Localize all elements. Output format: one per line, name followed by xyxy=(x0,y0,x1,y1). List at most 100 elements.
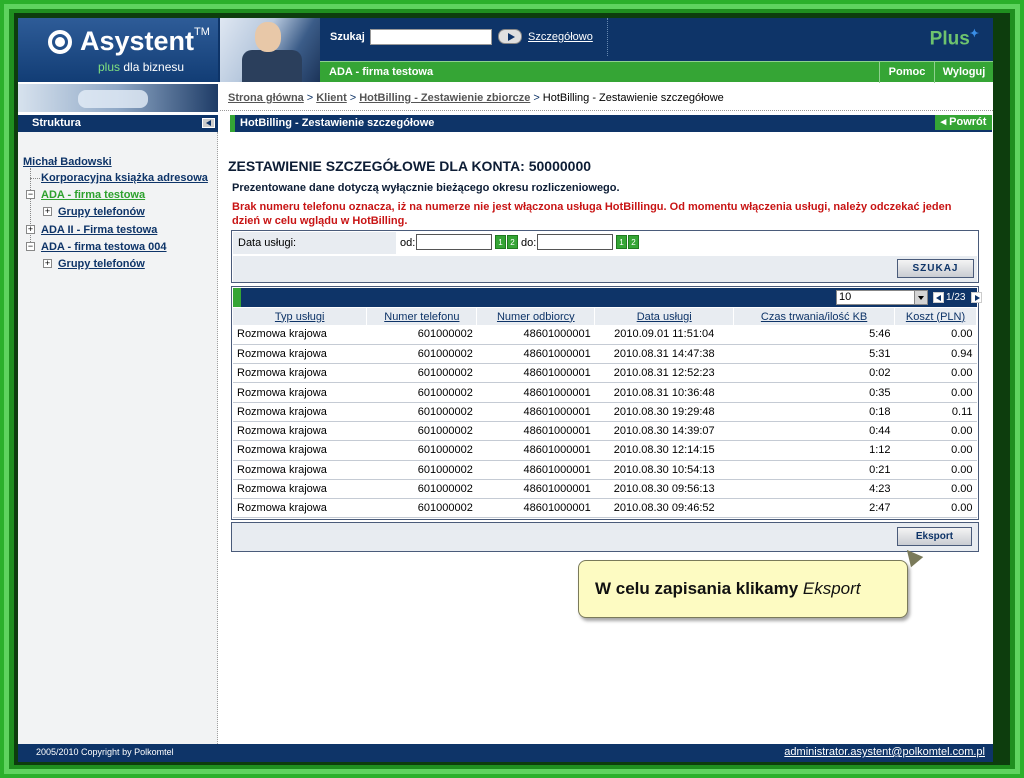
cell-service-date: 2010.08.31 12:52:23 xyxy=(594,363,734,384)
cell-duration: 0:18 xyxy=(733,402,895,422)
tree-expand-icon[interactable]: + xyxy=(43,259,52,268)
cell-cost: 0.00 xyxy=(894,460,977,480)
section-title: HotBilling - Zestawienie szczegółowe xyxy=(240,117,435,129)
calendar-to-icon-1[interactable]: 1 xyxy=(616,235,627,249)
chevron-down-icon xyxy=(914,291,927,304)
cell-phone-number: 601000002 xyxy=(366,460,477,480)
sidebar-title: Struktura xyxy=(32,117,81,129)
tree-item-ada-004[interactable]: ADA - firma testowa 004 xyxy=(41,241,167,253)
cell-recipient-number: 48601000001 xyxy=(476,460,595,480)
cell-service-type: Rozmowa krajowa xyxy=(233,382,367,403)
banner-hand xyxy=(78,90,148,108)
search-button[interactable]: SZUKAJ xyxy=(897,259,974,278)
cell-recipient-number: 48601000001 xyxy=(476,498,595,519)
table-row: Rozmowa krajowa 601000002 48601000001 2010.… xyxy=(233,479,977,500)
header-photo xyxy=(220,18,320,82)
logo-tm: TM xyxy=(194,26,210,38)
cell-phone-number: 601000002 xyxy=(366,325,477,345)
results-table-box: 10 1/23 Typ usługi Numer telefonu Numer … xyxy=(231,286,982,520)
cell-recipient-number: 48601000001 xyxy=(476,421,595,442)
cell-duration: 2:47 xyxy=(733,498,895,519)
cell-recipient-number: 48601000001 xyxy=(476,363,595,384)
breadcrumb-summary[interactable]: HotBilling - Zestawienie zbiorcze xyxy=(359,92,530,104)
filter-actions: SZUKAJ xyxy=(233,256,977,282)
breadcrumb-current: HotBilling - Zestawienie szczegółowe xyxy=(542,92,724,104)
date-filter-label: Data usługi: xyxy=(233,232,396,254)
callout-text: W celu zapisania klikamy Eksport xyxy=(595,579,861,599)
breadcrumb-divider xyxy=(220,110,993,111)
collapse-sidebar-icon[interactable] xyxy=(202,118,215,128)
cell-service-date: 2010.08.30 09:46:52 xyxy=(594,498,734,519)
next-page-icon[interactable] xyxy=(971,292,982,303)
sidebar-banner-image xyxy=(18,84,218,112)
cell-duration: 0:02 xyxy=(733,363,895,384)
export-button[interactable]: Eksport xyxy=(897,527,972,546)
plus-brand-text: Plus xyxy=(929,28,970,50)
logo-text: Asystent xyxy=(80,26,195,56)
help-button[interactable]: Pomoc xyxy=(879,62,934,83)
admin-email-link[interactable]: administrator.asystent@polkomtel.com.pl xyxy=(784,746,985,758)
cell-recipient-number: 48601000001 xyxy=(476,382,595,403)
col-phone-number[interactable]: Numer telefonu xyxy=(366,308,478,325)
col-service-date[interactable]: Data usługi xyxy=(594,308,735,325)
calendar-from-icon-2[interactable]: 2 xyxy=(507,235,518,249)
page-size-select[interactable]: 10 xyxy=(836,290,928,305)
table-row: Rozmowa krajowa 601000002 48601000001 2010.… xyxy=(233,440,977,461)
cell-duration: 0:44 xyxy=(733,421,895,442)
logo-sub-plus: plus xyxy=(98,60,121,74)
cell-phone-number: 601000002 xyxy=(366,479,477,500)
tree-collapse-icon[interactable]: − xyxy=(26,190,35,199)
col-service-type[interactable]: Typ usługi xyxy=(233,308,368,325)
cell-cost: 0.00 xyxy=(894,382,977,403)
tree-item-ada[interactable]: ADA - firma testowa xyxy=(41,189,145,201)
cell-recipient-number: 48601000001 xyxy=(476,402,595,422)
cell-cost: 0.00 xyxy=(894,440,977,461)
calendar-to-icon-2[interactable]: 2 xyxy=(628,235,639,249)
breadcrumb-separator: > xyxy=(349,92,357,104)
tree-collapse-icon[interactable]: − xyxy=(26,242,35,251)
tree-item-ada-ii[interactable]: ADA II - Firma testowa xyxy=(41,224,157,236)
cell-cost: 0.11 xyxy=(894,402,977,422)
cell-phone-number: 601000002 xyxy=(366,421,477,442)
photo-suit xyxy=(242,50,302,82)
date-from-input[interactable] xyxy=(416,234,492,250)
cell-phone-number: 601000002 xyxy=(366,344,477,365)
search-area: Szukaj Szczegółowo xyxy=(320,18,608,56)
cell-duration: 5:46 xyxy=(733,325,895,345)
col-duration[interactable]: Czas trwania/ilość KB xyxy=(733,308,896,325)
warning-note: Brak numeru telefonu oznacza, iż na nume… xyxy=(232,201,952,227)
table-toolbar: 10 1/23 xyxy=(233,288,982,307)
table-row: Rozmowa krajowa 601000002 48601000001 2010.… xyxy=(233,421,977,442)
date-to-input[interactable] xyxy=(537,234,613,250)
col-cost[interactable]: Koszt (PLN) xyxy=(894,308,977,325)
tree-item-phone-groups[interactable]: Grupy telefonów xyxy=(58,206,145,218)
tree-item-user[interactable]: Michał Badowski xyxy=(23,156,112,168)
cell-service-date: 2010.09.01 11:51:04 xyxy=(594,325,734,345)
asystent-logo[interactable]: AsystentTM plus dla biznesu xyxy=(18,18,218,82)
logo-sub-rest: dla biznesu xyxy=(120,60,185,74)
prev-page-icon[interactable] xyxy=(933,292,944,303)
advanced-search-link[interactable]: Szczegółowo xyxy=(528,31,593,43)
page-heading: ZESTAWIENIE SZCZEGÓŁOWE DLA KONTA: 50000… xyxy=(228,158,592,174)
search-go-button[interactable] xyxy=(498,29,522,44)
search-input[interactable] xyxy=(370,29,492,45)
sidebar-header: Struktura xyxy=(18,115,218,132)
col-recipient-number[interactable]: Numer odbiorcy xyxy=(476,308,596,325)
account-title: ADA - firma testowa xyxy=(329,66,434,78)
breadcrumb-home[interactable]: Strona główna xyxy=(228,92,304,104)
logout-button[interactable]: Wyloguj xyxy=(934,62,993,83)
back-button[interactable]: ◂ Powrót xyxy=(935,115,992,130)
breadcrumb-separator: > xyxy=(533,92,540,104)
tree-expand-icon[interactable]: + xyxy=(43,207,52,216)
breadcrumb-client[interactable]: Klient xyxy=(316,92,347,104)
sidebar-tree: Michał Badowski Korporacyjna książka adr… xyxy=(18,132,218,744)
tree-item-phone-groups-2[interactable]: Grupy telefonów xyxy=(58,258,145,270)
cell-cost: 0.00 xyxy=(894,363,977,384)
page-indicator: 1/23 xyxy=(946,292,966,303)
footer: 2005/2010 Copyright by Polkomtel adminis… xyxy=(18,744,993,762)
tree-item-address-book[interactable]: Korporacyjna książka adresowa xyxy=(41,172,208,184)
tree-expand-icon[interactable]: + xyxy=(26,225,35,234)
photo-face xyxy=(255,22,281,52)
breadcrumb-separator: > xyxy=(306,92,314,104)
calendar-from-icon-1[interactable]: 1 xyxy=(495,235,506,249)
